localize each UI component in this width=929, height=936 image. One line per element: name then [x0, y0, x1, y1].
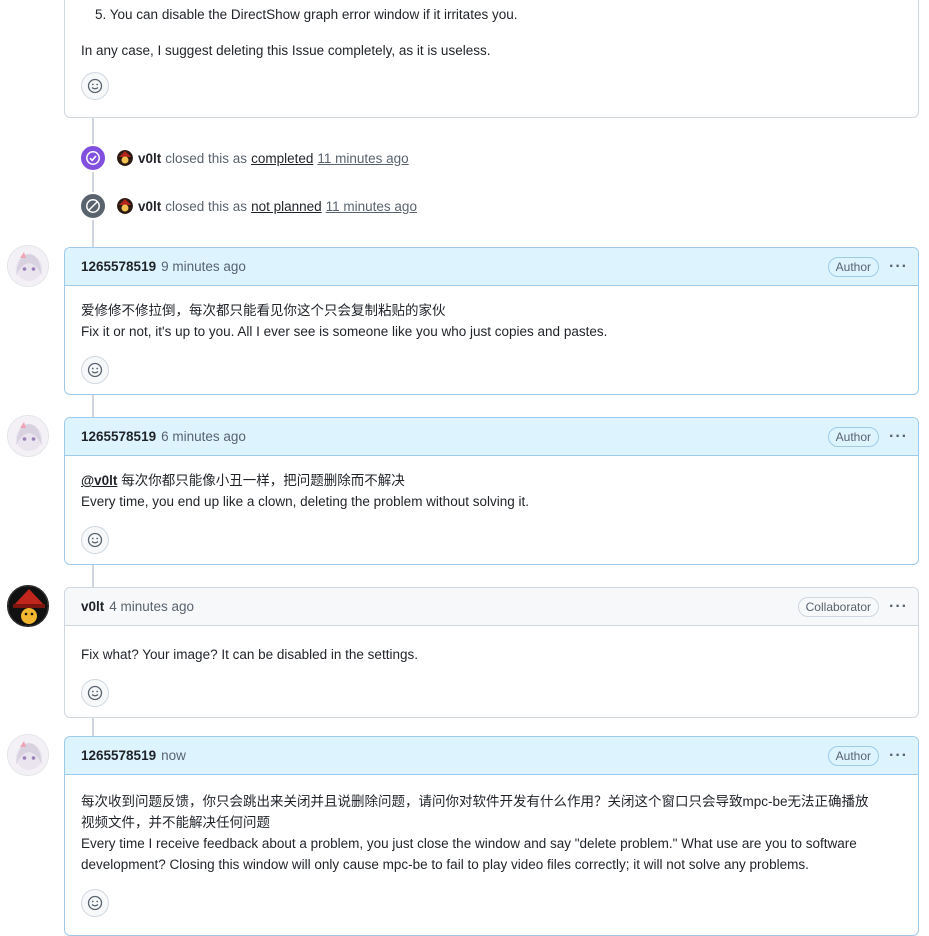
add-reaction-button[interactable] [81, 889, 109, 917]
event-time[interactable]: 11 minutes ago [326, 199, 417, 214]
comment-header: 1265578519 now Author ··· [65, 737, 918, 775]
avatar-v0lt-mini[interactable] [117, 198, 133, 214]
avatar-1265578519[interactable] [7, 245, 49, 287]
list-item: 5. You can disable the DirectShow graph … [95, 7, 518, 22]
comment-line: Every time I receive feedback about a pr… [81, 836, 857, 851]
event-action: closed this as [165, 198, 248, 214]
add-reaction-button[interactable] [81, 679, 109, 707]
smiley-icon [87, 895, 103, 911]
kebab-horizontal-icon[interactable]: ··· [889, 428, 908, 445]
timeline-event-closed-completed: v0lt closed this as completed 11 minutes… [79, 144, 409, 172]
user-mention[interactable]: @v0lt [81, 473, 117, 488]
event-reason-link[interactable]: not planned [251, 199, 322, 214]
comment-header: v0lt 4 minutes ago Collaborator ··· [65, 588, 918, 626]
add-reaction-button[interactable] [81, 72, 109, 100]
comment-card: 1265578519 9 minutes ago Author ··· 爱修修不… [64, 247, 919, 395]
event-reason-link[interactable]: completed [251, 151, 313, 166]
comment-line: Fix it or not, it's up to you. All I eve… [81, 324, 608, 339]
avatar-v0lt-mini[interactable] [117, 150, 133, 166]
smiley-icon [87, 532, 103, 548]
timeline-event-closed-not-planned: v0lt closed this as not planned 11 minut… [79, 192, 417, 220]
comment-time[interactable]: 6 minutes ago [161, 429, 246, 444]
smiley-icon [87, 685, 103, 701]
comment-body: 每次收到问题反馈，你只会跳出来关闭并且说删除问题，请问你对软件开发有什么作用？关… [65, 775, 918, 927]
kebab-horizontal-icon[interactable]: ··· [889, 258, 908, 275]
comment-body: Fix what? Your image? It can be disabled… [65, 626, 918, 717]
comment-card: 1265578519 now Author ··· 每次收到问题反馈，你只会跳出… [64, 736, 919, 936]
comment-card: 1265578519 6 minutes ago Author ··· @v0l… [64, 417, 919, 565]
comment-card: v0lt 4 minutes ago Collaborator ··· Fix … [64, 587, 919, 718]
avatar-1265578519[interactable] [7, 415, 49, 457]
role-badge: Author [827, 426, 880, 447]
event-action: closed this as [165, 150, 248, 166]
completed-badge [79, 144, 107, 172]
comment-line: 视频文件，并不能解决任何问题 [81, 815, 270, 830]
comment-time[interactable]: now [161, 748, 186, 763]
role-badge: Author [827, 256, 880, 277]
comment-header: 1265578519 9 minutes ago Author ··· [65, 248, 918, 286]
smiley-icon [87, 78, 103, 94]
comment-author[interactable]: v0lt [81, 599, 104, 614]
kebab-horizontal-icon[interactable]: ··· [889, 598, 908, 615]
comment-line: Every time, you end up like a clown, del… [81, 494, 529, 509]
add-reaction-button[interactable] [81, 356, 109, 384]
comment-line: Fix what? Your image? It can be disabled… [81, 647, 418, 662]
skip-circle-icon [86, 199, 100, 213]
comment-line: development? Closing this window will on… [81, 857, 809, 872]
comment-header: 1265578519 6 minutes ago Author ··· [65, 418, 918, 456]
event-time[interactable]: 11 minutes ago [317, 151, 408, 166]
smiley-icon [87, 362, 103, 378]
comment-time[interactable]: 4 minutes ago [109, 599, 194, 614]
event-actor[interactable]: v0lt [138, 199, 161, 214]
comment-author[interactable]: 1265578519 [81, 429, 156, 444]
comment-time[interactable]: 9 minutes ago [161, 259, 246, 274]
comment-line: 每次收到问题反馈，你只会跳出来关闭并且说删除问题，请问你对软件开发有什么作用？关… [81, 794, 869, 809]
not-planned-badge [79, 192, 107, 220]
event-actor[interactable]: v0lt [138, 151, 161, 166]
comment-author[interactable]: 1265578519 [81, 259, 156, 274]
comment-paragraph: In any case, I suggest deleting this Iss… [81, 43, 491, 58]
add-reaction-button[interactable] [81, 526, 109, 554]
check-circle-icon [86, 151, 100, 165]
comment-line: 爱修修不修拉倒，每次都只能看见你这个只会复制粘贴的家伙 [81, 303, 446, 318]
role-badge: Author [827, 745, 880, 766]
comment-author[interactable]: 1265578519 [81, 748, 156, 763]
comment-fragment: 5. You can disable the DirectShow graph … [64, 0, 919, 118]
kebab-horizontal-icon[interactable]: ··· [889, 747, 908, 764]
comment-body: @v0lt 每次你都只能像小丑一样，把问题删除而不解决 Every time, … [65, 456, 918, 564]
avatar-1265578519[interactable] [7, 734, 49, 776]
comment-body: 爱修修不修拉倒，每次都只能看见你这个只会复制粘贴的家伙 Fix it or no… [65, 286, 918, 394]
avatar-v0lt[interactable] [7, 585, 49, 627]
role-badge: Collaborator [797, 596, 880, 617]
comment-line: 每次你都只能像小丑一样，把问题删除而不解决 [121, 473, 405, 488]
